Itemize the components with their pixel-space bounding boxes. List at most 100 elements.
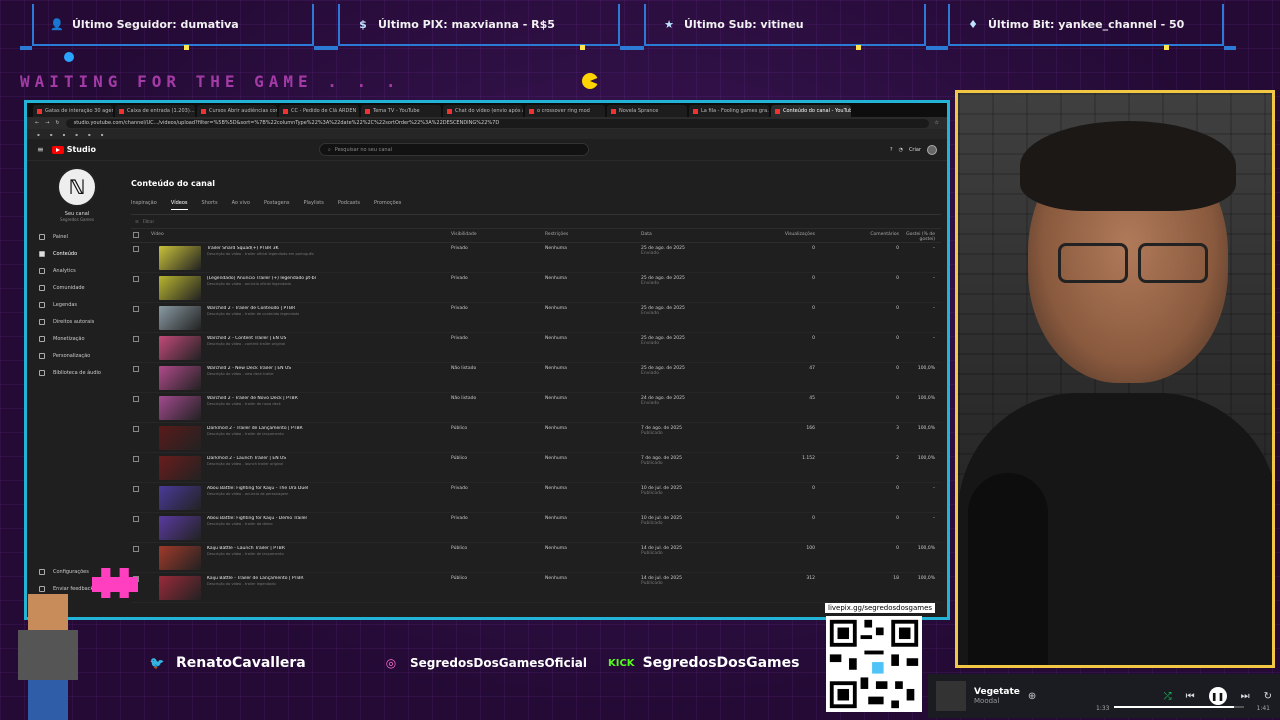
sidebar-item-conteúdo[interactable]: Conteúdo <box>27 245 127 262</box>
studio-logo[interactable]: Studio <box>51 145 96 154</box>
video-thumbnail[interactable] <box>159 396 201 420</box>
video-title[interactable]: Trailer Shard Squad(+) PTBR 3K <box>207 246 314 251</box>
table-row[interactable]: Darkmod 2 - Trailer de Lançamento | PTBR… <box>131 423 941 453</box>
sidebar-item-analytics[interactable]: Analytics <box>27 262 127 279</box>
visibility-value[interactable]: Não listado <box>451 396 476 401</box>
row-checkbox[interactable] <box>133 366 139 372</box>
video-thumbnail[interactable] <box>159 576 201 600</box>
sidebar-item-direitos-autorais[interactable]: Direitos autorais <box>27 313 127 330</box>
bookmark-item[interactable]: ▪ <box>75 132 78 137</box>
bookmark-item[interactable]: ▪ <box>88 132 91 137</box>
browser-tab[interactable]: La fila - Fooling games gra... <box>689 105 769 117</box>
row-checkbox[interactable] <box>133 456 139 462</box>
row-checkbox[interactable] <box>133 276 139 282</box>
video-thumbnail[interactable] <box>159 366 201 390</box>
help-icon[interactable]: ? <box>890 147 893 153</box>
video-thumbnail[interactable] <box>159 426 201 450</box>
video-thumbnail[interactable] <box>159 246 201 270</box>
browser-tab[interactable]: Caixa de entrada (1.203)... <box>115 105 195 117</box>
tab-3[interactable]: Ao vivo <box>232 200 250 210</box>
table-row[interactable]: Kaiju Battle - Trailer de Lançamento | P… <box>131 573 941 603</box>
progress-bar[interactable] <box>1114 706 1244 708</box>
column-header[interactable]: Visibilidade <box>451 229 545 243</box>
video-title[interactable]: Kaiju Battle - Trailer de Lançamento | P… <box>207 576 304 581</box>
video-thumbnail[interactable] <box>159 306 201 330</box>
row-checkbox[interactable] <box>133 336 139 342</box>
filter-input[interactable]: ☰ Filtrar <box>131 215 941 229</box>
tab-0[interactable]: Inspiração <box>131 200 157 210</box>
account-avatar[interactable] <box>927 144 937 155</box>
tab-7[interactable]: Promoções <box>374 200 401 210</box>
bookmark-item[interactable]: ▪ <box>37 132 40 137</box>
tab-1[interactable]: Vídeos <box>170 200 188 210</box>
sidebar-item-comunidade[interactable]: Comunidade <box>27 279 127 296</box>
bookmark-item[interactable]: ▪ <box>101 132 104 137</box>
table-row[interactable]: Warchild 2 - New Deck Trailer | EN US Des… <box>131 363 941 393</box>
sidebar-item-personalização[interactable]: Personalização <box>27 347 127 364</box>
visibility-value[interactable]: Privado <box>451 246 468 251</box>
bookmark-item[interactable]: ▪ <box>50 132 53 137</box>
column-header[interactable]: Data <box>641 229 729 243</box>
column-header[interactable]: Visualizações <box>729 229 815 243</box>
video-title[interactable]: Warchild 2 - New Deck Trailer | EN US <box>207 366 291 371</box>
sidebar-item-settings[interactable]: Configurações <box>27 563 93 580</box>
browser-tab[interactable]: Tema TV - YouTube <box>361 105 441 117</box>
video-title[interactable]: Darkmod 2 - Trailer de Lançamento | PTBR <box>207 426 303 431</box>
table-row[interactable]: Kaiju Battle - Launch Trailer | PTBR Desc… <box>131 543 941 573</box>
column-header[interactable]: Comentários <box>815 229 899 243</box>
visibility-value[interactable]: Privado <box>451 516 468 521</box>
table-row[interactable]: Abou Battle: Fighting for Kaiju - Demo T… <box>131 513 941 543</box>
column-header[interactable]: Vídeo <box>151 229 451 243</box>
tab-2[interactable]: Shorts <box>202 200 218 210</box>
video-thumbnail[interactable] <box>159 276 201 300</box>
bookmark-item[interactable]: ▪ <box>62 132 65 137</box>
address-input[interactable]: studio.youtube.com/channel/UC.../videos/… <box>65 118 929 128</box>
row-checkbox[interactable] <box>133 306 139 312</box>
table-row[interactable]: Abou Battle: Fighting for Kaiju - The Ur… <box>131 483 941 513</box>
visibility-value[interactable]: Público <box>451 456 467 461</box>
video-thumbnail[interactable] <box>159 546 201 570</box>
video-thumbnail[interactable] <box>159 456 201 480</box>
visibility-value[interactable]: Público <box>451 426 467 431</box>
forward-icon[interactable]: → <box>45 120 49 126</box>
sidebar-item-painel[interactable]: Painel <box>27 228 127 245</box>
visibility-value[interactable]: Não listado <box>451 366 476 371</box>
table-row[interactable]: Warchild 2 - Trailer de Novo Deck | PTBR… <box>131 393 941 423</box>
search-input[interactable]: ⌕ Pesquisar no seu canal <box>318 143 589 156</box>
video-title[interactable]: Darkmod 2 - Launch Trailer | EN US <box>207 456 286 461</box>
tab-6[interactable]: Podcasts <box>338 200 360 210</box>
pause-button[interactable]: ❚❚ <box>1208 687 1227 705</box>
video-title[interactable]: Warchild 2 - Content Trailer | EN US <box>207 336 286 341</box>
reload-icon[interactable]: ↻ <box>55 120 59 126</box>
video-title[interactable]: Warchild 2 - Trailer de Novo Deck | PTBR <box>207 396 298 401</box>
add-icon[interactable]: ⊕ <box>1028 691 1036 702</box>
back-icon[interactable]: ← <box>35 120 39 126</box>
menu-icon[interactable]: ≡ <box>37 145 44 154</box>
repeat-icon[interactable]: ↻ <box>1264 691 1272 702</box>
sidebar-item-legendas[interactable]: Legendas <box>27 296 127 313</box>
table-row[interactable]: Warchild 2 - Content Trailer | EN US Desc… <box>131 333 941 363</box>
select-all-checkbox[interactable] <box>133 232 139 238</box>
row-checkbox[interactable] <box>133 396 139 402</box>
video-title[interactable]: [Legendado] Anúncio Trailer (+) legendad… <box>207 276 316 281</box>
row-checkbox[interactable] <box>133 486 139 492</box>
tab-5[interactable]: Playlists <box>304 200 324 210</box>
sidebar-item-biblioteca-de-áudio[interactable]: Biblioteca de áudio <box>27 364 127 381</box>
row-checkbox[interactable] <box>133 546 139 552</box>
tab-4[interactable]: Postagens <box>264 200 290 210</box>
browser-tab[interactable]: Gatas de interação 30 agendam... <box>33 105 113 117</box>
previous-icon[interactable]: ⏮ <box>1186 691 1195 702</box>
sidebar-item-monetização[interactable]: Monetização <box>27 330 127 347</box>
visibility-value[interactable]: Público <box>451 546 467 551</box>
visibility-value[interactable]: Privado <box>451 276 468 281</box>
video-title[interactable]: Abou Battle: Fighting for Kaiju - The Ur… <box>207 486 308 491</box>
table-row[interactable]: Darkmod 2 - Launch Trailer | EN US Descri… <box>131 453 941 483</box>
table-row[interactable]: Warchild 2 - Trailer de Conteúdo | PTBR D… <box>131 303 941 333</box>
table-row[interactable]: Trailer Shard Squad(+) PTBR 3K Descrição … <box>131 243 941 273</box>
bookmark-star-icon[interactable]: ☆ <box>935 120 939 126</box>
create-button[interactable]: Criar <box>909 147 921 153</box>
row-checkbox[interactable] <box>133 426 139 432</box>
browser-tab[interactable]: Cursos Abrir audiências com... <box>197 105 277 117</box>
video-title[interactable]: Abou Battle: Fighting for Kaiju - Demo T… <box>207 516 307 521</box>
row-checkbox[interactable] <box>133 246 139 252</box>
